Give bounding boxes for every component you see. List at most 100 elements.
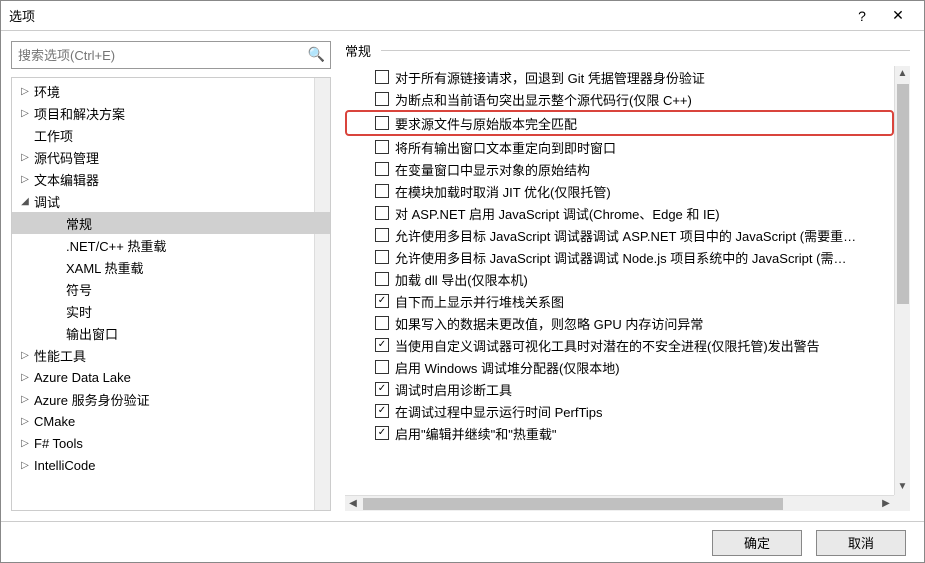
option-row[interactable]: 加载 dll 导出(仅限本机): [345, 268, 894, 290]
checkbox[interactable]: [375, 92, 389, 106]
option-label: 在调试过程中显示运行时间 PerfTips: [395, 402, 603, 421]
tree-item[interactable]: ◢调试: [12, 190, 330, 212]
section-divider: [381, 50, 910, 51]
tree-item[interactable]: ▷源代码管理: [12, 146, 330, 168]
chevron-right-icon[interactable]: ▷: [18, 372, 32, 383]
checkbox[interactable]: [375, 294, 389, 308]
checkbox[interactable]: [375, 162, 389, 176]
window-titlebar: 选项 ? ✕: [1, 1, 924, 31]
tree-item-label: F# Tools: [34, 436, 83, 451]
dialog-footer: 确定 取消: [1, 521, 924, 563]
checkbox[interactable]: [375, 250, 389, 264]
chevron-right-icon[interactable]: ▷: [18, 152, 32, 163]
search-icon[interactable]: 🔍: [308, 46, 325, 63]
scroll-left-icon[interactable]: ◀: [345, 498, 361, 509]
chevron-right-icon[interactable]: ▷: [18, 394, 32, 405]
option-row[interactable]: 要求源文件与原始版本完全匹配: [345, 110, 894, 136]
tree-item[interactable]: ▷文本编辑器: [12, 168, 330, 190]
tree-item[interactable]: 实时: [12, 300, 330, 322]
category-tree[interactable]: ▷环境▷项目和解决方案工作项▷源代码管理▷文本编辑器◢调试常规.NET/C++ …: [11, 77, 331, 511]
cancel-button[interactable]: 取消: [816, 530, 906, 556]
tree-item[interactable]: ▷IntelliCode: [12, 454, 330, 476]
tree-item-label: 环境: [34, 82, 60, 101]
option-label: 将所有输出窗口文本重定向到即时窗口: [395, 138, 616, 157]
tree-item-label: 符号: [66, 280, 92, 299]
scroll-thumb-vertical[interactable]: [897, 84, 909, 304]
tree-item[interactable]: XAML 热重载: [12, 256, 330, 278]
chevron-down-icon[interactable]: ◢: [18, 196, 32, 207]
tree-item-label: CMake: [34, 414, 75, 429]
option-row[interactable]: 如果写入的数据未更改值，则忽略 GPU 内存访问异常: [345, 312, 894, 334]
checkbox[interactable]: [375, 228, 389, 242]
search-input[interactable]: [11, 41, 331, 69]
option-row[interactable]: 允许使用多目标 JavaScript 调试器调试 Node.js 项目系统中的 …: [345, 246, 894, 268]
option-row[interactable]: 启用 Windows 调试堆分配器(仅限本地): [345, 356, 894, 378]
checkbox[interactable]: [375, 382, 389, 396]
tree-item[interactable]: 常规: [12, 212, 330, 234]
tree-item[interactable]: ▷环境: [12, 80, 330, 102]
horizontal-scrollbar[interactable]: ◀ ▶: [345, 495, 894, 511]
option-label: 加载 dll 导出(仅限本机): [395, 270, 528, 289]
checkbox[interactable]: [375, 272, 389, 286]
chevron-right-icon[interactable]: ▷: [18, 174, 32, 185]
tree-item[interactable]: ▷项目和解决方案: [12, 102, 330, 124]
checkbox[interactable]: [375, 184, 389, 198]
option-row[interactable]: 在调试过程中显示运行时间 PerfTips: [345, 400, 894, 422]
checkbox[interactable]: [375, 316, 389, 330]
tree-item[interactable]: 符号: [12, 278, 330, 300]
chevron-right-icon[interactable]: ▷: [18, 350, 32, 361]
checkbox[interactable]: [375, 70, 389, 84]
option-row[interactable]: 为断点和当前语句突出显示整个源代码行(仅限 C++): [345, 88, 894, 110]
scroll-up-icon[interactable]: ▲: [895, 66, 910, 82]
tree-item-label: 项目和解决方案: [34, 104, 125, 123]
chevron-right-icon[interactable]: ▷: [18, 416, 32, 427]
chevron-right-icon[interactable]: ▷: [18, 108, 32, 119]
checkbox[interactable]: [375, 360, 389, 374]
tree-item[interactable]: .NET/C++ 热重载: [12, 234, 330, 256]
chevron-right-icon[interactable]: ▷: [18, 460, 32, 471]
tree-item-label: 实时: [66, 302, 92, 321]
scroll-thumb-horizontal[interactable]: [363, 498, 783, 510]
option-row[interactable]: 当使用自定义调试器可视化工具时对潜在的不安全进程(仅限托管)发出警告: [345, 334, 894, 356]
tree-item[interactable]: ▷性能工具: [12, 344, 330, 366]
tree-item-label: 文本编辑器: [34, 170, 99, 189]
option-row[interactable]: 对于所有源链接请求，回退到 Git 凭据管理器身份验证: [345, 66, 894, 88]
checkbox[interactable]: [375, 206, 389, 220]
option-row[interactable]: 对 ASP.NET 启用 JavaScript 调试(Chrome、Edge 和…: [345, 202, 894, 224]
section-title: 常规: [345, 41, 371, 60]
chevron-right-icon[interactable]: ▷: [18, 438, 32, 449]
tree-item[interactable]: 输出窗口: [12, 322, 330, 344]
help-button[interactable]: ?: [844, 8, 880, 24]
tree-item[interactable]: 工作项: [12, 124, 330, 146]
option-row[interactable]: 在变量窗口中显示对象的原始结构: [345, 158, 894, 180]
scroll-down-icon[interactable]: ▼: [895, 479, 910, 495]
option-label: 在变量窗口中显示对象的原始结构: [395, 160, 590, 179]
option-row[interactable]: 启用"编辑并继续"和"热重载": [345, 422, 894, 444]
scroll-right-icon[interactable]: ▶: [878, 498, 894, 509]
tree-item-label: 工作项: [34, 126, 73, 145]
checkbox[interactable]: [375, 338, 389, 352]
chevron-right-icon[interactable]: ▷: [18, 86, 32, 97]
option-row[interactable]: 允许使用多目标 JavaScript 调试器调试 ASP.NET 项目中的 Ja…: [345, 224, 894, 246]
checkbox[interactable]: [375, 140, 389, 154]
vertical-scrollbar[interactable]: ▲ ▼: [894, 66, 910, 495]
option-label: 允许使用多目标 JavaScript 调试器调试 ASP.NET 项目中的 Ja…: [395, 226, 856, 245]
tree-item[interactable]: ▷Azure Data Lake: [12, 366, 330, 388]
tree-item[interactable]: ▷CMake: [12, 410, 330, 432]
option-row[interactable]: 将所有输出窗口文本重定向到即时窗口: [345, 136, 894, 158]
tree-item[interactable]: ▷Azure 服务身份验证: [12, 388, 330, 410]
close-button[interactable]: ✕: [880, 7, 916, 24]
option-row[interactable]: 在模块加载时取消 JIT 优化(仅限托管): [345, 180, 894, 202]
checkbox[interactable]: [375, 116, 389, 130]
option-label: 自下而上显示并行堆栈关系图: [395, 292, 564, 311]
tree-item-label: IntelliCode: [34, 458, 95, 473]
checkbox[interactable]: [375, 404, 389, 418]
option-label: 对于所有源链接请求，回退到 Git 凭据管理器身份验证: [395, 68, 705, 87]
option-row[interactable]: 调试时启用诊断工具: [345, 378, 894, 400]
tree-item-label: XAML 热重载: [66, 258, 144, 277]
tree-item[interactable]: ▷F# Tools: [12, 432, 330, 454]
checkbox[interactable]: [375, 426, 389, 440]
ok-button[interactable]: 确定: [712, 530, 802, 556]
option-label: 允许使用多目标 JavaScript 调试器调试 Node.js 项目系统中的 …: [395, 248, 846, 267]
option-row[interactable]: 自下而上显示并行堆栈关系图: [345, 290, 894, 312]
